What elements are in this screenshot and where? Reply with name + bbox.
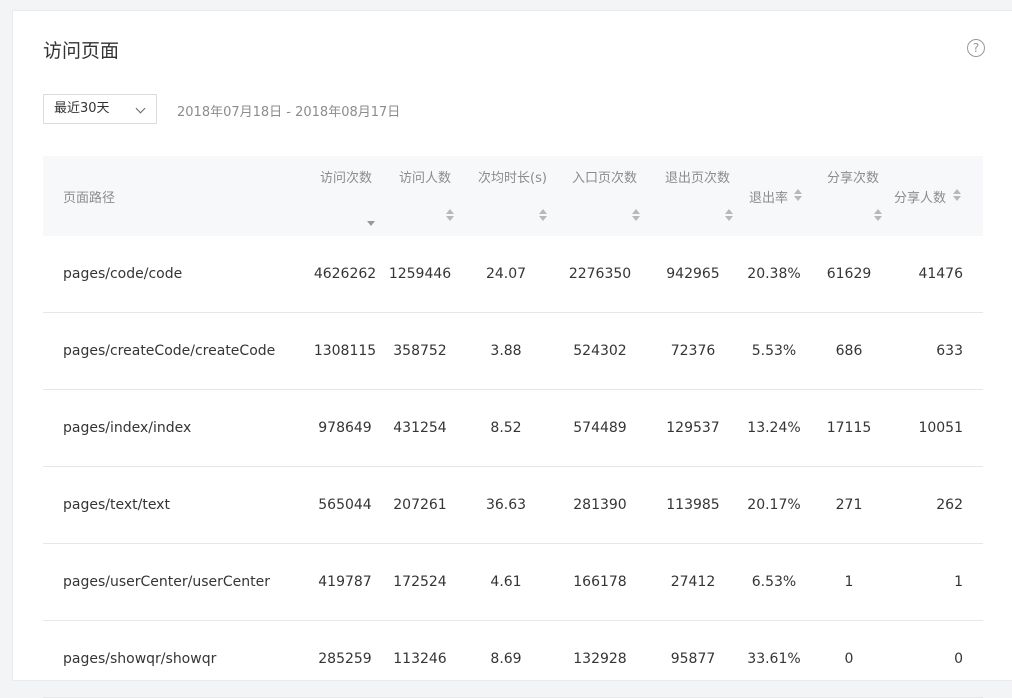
cell-exit-pages: 72376 <box>670 343 716 359</box>
cell-visitors: 431254 <box>393 420 447 436</box>
table-row: pages/code/code 4626262 1259446 24.07 22… <box>43 236 983 313</box>
cell-visitors: 113246 <box>393 651 447 667</box>
table-header: 页面路径 访问次数 访问人数 次均时长(s) 入口页次数 退出页次数 退出率 分… <box>43 156 983 236</box>
cell-visits: 565044 <box>318 497 372 513</box>
cell-visitors: 172524 <box>393 574 447 590</box>
table-row: pages/showqr/showqr 285259 113246 8.69 1… <box>43 621 983 698</box>
cell-path: pages/text/text <box>63 497 170 513</box>
cell-exit-rate: 20.17% <box>747 497 801 513</box>
cell-path: pages/createCode/createCode <box>63 343 276 359</box>
cell-avg-duration: 8.69 <box>490 651 522 667</box>
pages-table: 页面路径 访问次数 访问人数 次均时长(s) 入口页次数 退出页次数 退出率 分… <box>43 156 983 698</box>
cell-shares: 1 <box>844 574 854 590</box>
help-icon[interactable]: ? <box>967 39 985 57</box>
date-range-select[interactable]: 最近30天 <box>43 94 157 124</box>
cell-avg-duration: 3.88 <box>490 343 522 359</box>
col-header-exit-rate[interactable]: 退出率 <box>749 187 788 206</box>
cell-sharers: 1 <box>954 574 963 590</box>
cell-entry-pages: 574489 <box>573 420 627 436</box>
cell-avg-duration: 36.63 <box>485 497 527 513</box>
col-header-visitors[interactable]: 访问人数 <box>399 167 451 186</box>
cell-visits: 1308115 <box>313 343 377 359</box>
col-header-sharers[interactable]: 分享人数 <box>894 187 946 206</box>
cell-entry-pages: 166178 <box>573 574 627 590</box>
sort-icon[interactable] <box>632 209 640 221</box>
sort-icon[interactable] <box>539 209 547 221</box>
cell-shares: 271 <box>835 497 863 513</box>
cell-visitors: 207261 <box>393 497 447 513</box>
cell-entry-pages: 132928 <box>573 651 627 667</box>
cell-exit-rate: 33.61% <box>747 651 801 667</box>
cell-path: pages/showqr/showqr <box>63 651 217 667</box>
cell-visits: 419787 <box>318 574 372 590</box>
cell-exit-rate: 20.38% <box>747 266 801 282</box>
table-row: pages/createCode/createCode 1308115 3587… <box>43 313 983 390</box>
page-title: 访问页面 <box>43 40 120 62</box>
cell-path: pages/userCenter/userCenter <box>63 574 271 590</box>
cell-visitors: 1259446 <box>388 266 452 282</box>
cell-shares: 17115 <box>826 420 872 436</box>
table-row: pages/userCenter/userCenter 419787 17252… <box>43 544 983 621</box>
cell-visits: 4626262 <box>313 266 377 282</box>
table-row: pages/text/text 565044 207261 36.63 2813… <box>43 467 983 544</box>
cell-sharers: 0 <box>954 651 963 667</box>
cell-visits: 285259 <box>318 651 372 667</box>
cell-avg-duration: 24.07 <box>485 266 527 282</box>
table-row: pages/index/index 978649 431254 8.52 574… <box>43 390 983 467</box>
cell-sharers: 262 <box>936 497 963 513</box>
cell-sharers: 41476 <box>918 266 963 282</box>
cell-shares: 686 <box>835 343 863 359</box>
cell-path: pages/index/index <box>63 420 192 436</box>
cell-avg-duration: 4.61 <box>490 574 522 590</box>
col-header-exit-pages[interactable]: 退出页次数 <box>665 167 730 186</box>
date-range-text: 2018年07月18日 - 2018年08月17日 <box>177 105 401 120</box>
cell-sharers: 633 <box>936 343 963 359</box>
col-header-entry-pages[interactable]: 入口页次数 <box>572 167 637 186</box>
sort-desc-icon[interactable] <box>367 214 375 226</box>
cell-exit-rate: 6.53% <box>751 574 797 590</box>
sort-icon[interactable] <box>953 189 961 201</box>
cell-entry-pages: 524302 <box>573 343 627 359</box>
cell-entry-pages: 2276350 <box>568 266 632 282</box>
col-header-avg-duration[interactable]: 次均时长(s) <box>478 167 547 186</box>
cell-exit-pages: 27412 <box>670 574 716 590</box>
chevron-down-icon <box>135 103 146 114</box>
date-range-select-label: 最近30天 <box>54 101 110 116</box>
cell-entry-pages: 281390 <box>573 497 627 513</box>
sort-icon[interactable] <box>794 189 802 201</box>
cell-exit-rate: 13.24% <box>747 420 801 436</box>
sort-icon[interactable] <box>725 209 733 221</box>
page-card: 访问页面 ? 最近30天 2018年07月18日 - 2018年08月17日 页… <box>13 11 1012 698</box>
cell-sharers: 10051 <box>918 420 963 436</box>
cell-shares: 0 <box>844 651 854 667</box>
cell-avg-duration: 8.52 <box>490 420 522 436</box>
col-header-shares[interactable]: 分享次数 <box>827 167 879 186</box>
cell-exit-rate: 5.53% <box>751 343 797 359</box>
sort-icon[interactable] <box>446 209 454 221</box>
col-header-path: 页面路径 <box>63 191 116 206</box>
cell-exit-pages: 129537 <box>666 420 720 436</box>
cell-exit-pages: 113985 <box>666 497 720 513</box>
cell-exit-pages: 95877 <box>670 651 716 667</box>
sort-icon[interactable] <box>874 209 882 221</box>
cell-path: pages/code/code <box>63 266 183 282</box>
cell-exit-pages: 942965 <box>666 266 720 282</box>
cell-visitors: 358752 <box>393 343 447 359</box>
col-header-visits[interactable]: 访问次数 <box>320 167 372 186</box>
cell-visits: 978649 <box>318 420 372 436</box>
cell-shares: 61629 <box>826 266 872 282</box>
